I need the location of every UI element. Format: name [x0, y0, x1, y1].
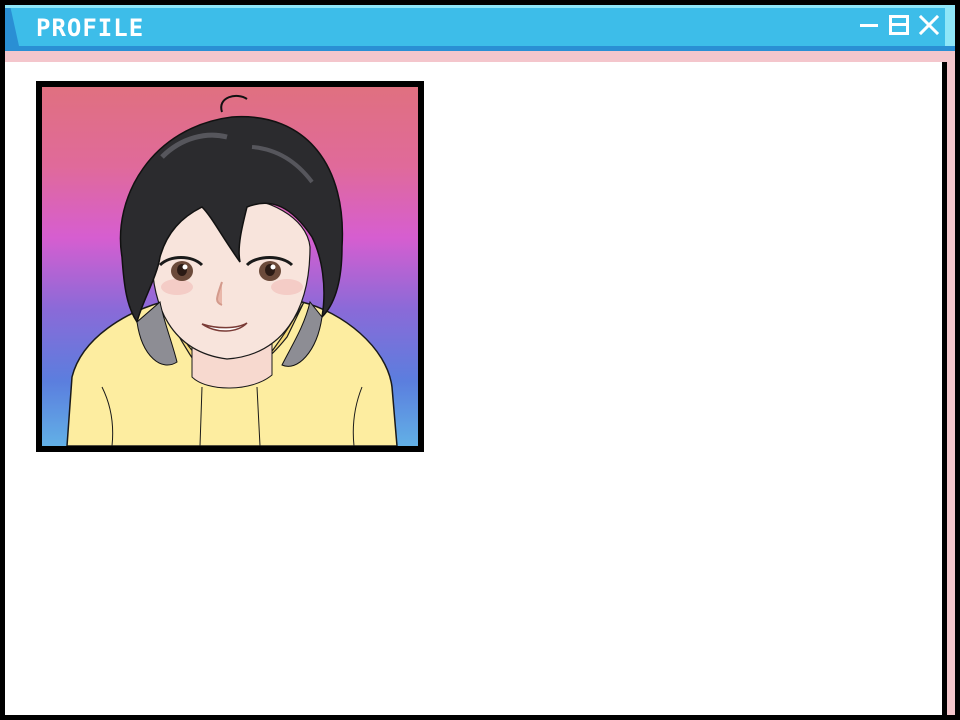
frame-accent-top	[5, 51, 955, 62]
profile-portrait	[36, 81, 424, 452]
window-controls	[857, 12, 941, 38]
title-bar-edge	[945, 8, 955, 46]
frame-accent-right	[947, 62, 955, 715]
window-title: PROFILE	[36, 14, 145, 42]
window-content	[5, 62, 942, 715]
title-bar[interactable]: PROFILE	[5, 5, 955, 51]
close-icon	[918, 14, 940, 36]
maximize-icon	[889, 15, 909, 35]
close-button[interactable]	[917, 12, 941, 38]
profile-window: PROFILE	[0, 0, 960, 720]
maximize-button[interactable]	[887, 12, 911, 38]
title-bar-notch	[5, 8, 19, 46]
minimize-icon	[860, 24, 878, 27]
character-portrait-icon	[42, 87, 418, 446]
minimize-button[interactable]	[857, 12, 881, 38]
